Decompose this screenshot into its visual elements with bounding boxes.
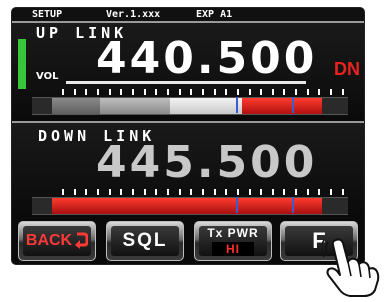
downlink-peak-marker	[236, 197, 238, 213]
status-region: EXP A1	[196, 9, 233, 20]
status-version: Ver.1.xxx	[106, 9, 161, 20]
uplink-panel[interactable]: UP LINK VOL 440.500 DN	[12, 21, 364, 121]
tx-power-button[interactable]: Tx PWR HI	[194, 221, 272, 261]
back-button[interactable]: BACK	[18, 221, 96, 261]
uplink-frequency: 440.500	[96, 33, 318, 84]
uplink-meter	[32, 97, 348, 115]
uplink-scale	[62, 89, 344, 95]
back-button-label: BACK	[25, 232, 73, 249]
status-mode: SETUP	[32, 9, 63, 20]
downlink-marker-2	[292, 197, 294, 213]
downlink-scale	[62, 189, 344, 195]
downlink-panel[interactable]: DOWN LINK 445.500	[12, 121, 364, 217]
tx-indicator	[18, 39, 26, 89]
vol-label: VOL	[36, 71, 59, 82]
status-bar: SETUP Ver.1.xxx EXP A1	[12, 8, 364, 21]
sql-button-label: SQL	[122, 230, 168, 251]
radio-display: SETUP Ver.1.xxx EXP A1 UP LINK VOL 440.5…	[12, 8, 364, 264]
downlink-meter	[32, 197, 348, 215]
sql-button[interactable]: SQL	[106, 221, 184, 261]
uplink-peak-marker	[236, 97, 238, 113]
tx-power-label: Tx PWR	[207, 226, 259, 240]
tx-power-value: HI	[212, 242, 254, 256]
pointing-hand-icon	[322, 238, 380, 297]
softkey-row: BACK SQL Tx PWR HI F	[12, 215, 364, 264]
uplink-marker-2	[292, 97, 294, 113]
downlink-frequency: 445.500	[96, 137, 318, 188]
return-arrow-icon	[75, 232, 89, 249]
shift-direction: DN	[334, 59, 360, 79]
